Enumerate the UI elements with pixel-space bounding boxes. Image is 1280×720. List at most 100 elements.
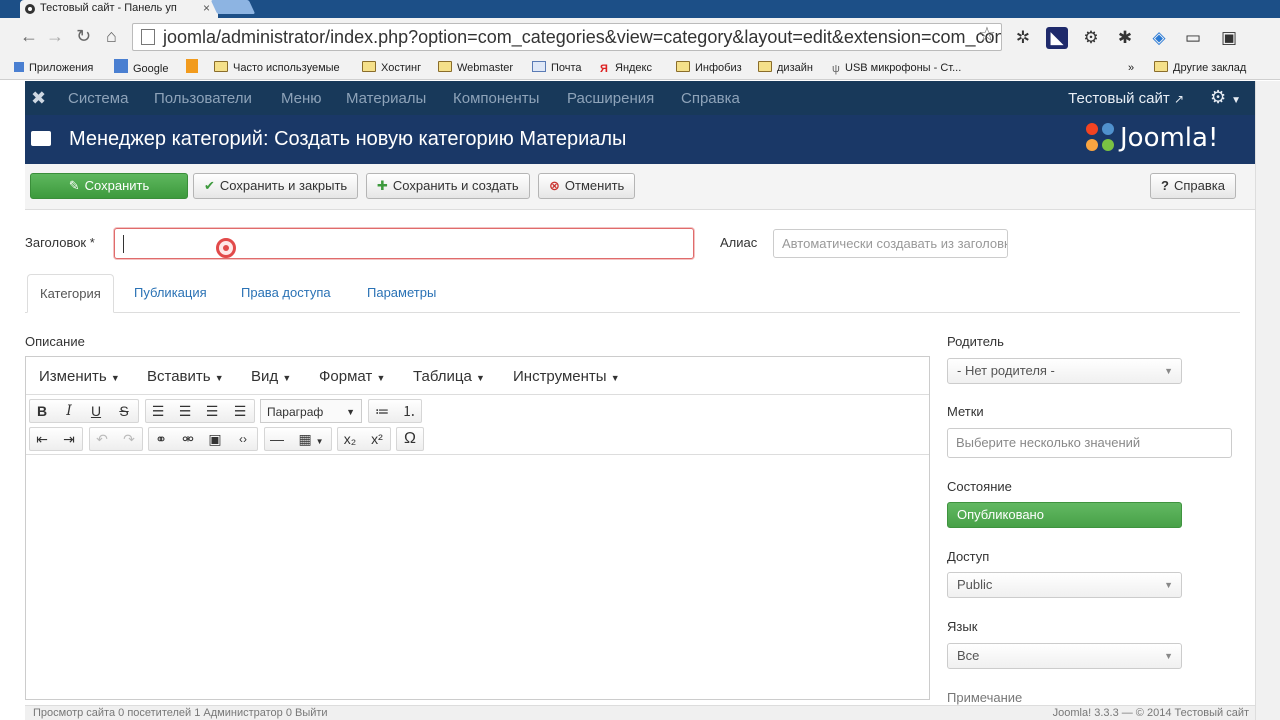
extension-cast-icon[interactable]: ▭ — [1182, 27, 1204, 49]
save-close-button[interactable]: ✔ Сохранить и закрыть — [193, 173, 359, 199]
image-icon[interactable]: ▣ — [203, 427, 227, 451]
numbered-list-icon[interactable]: ⒈ — [397, 399, 421, 423]
indent-icon[interactable]: ⇥ — [57, 427, 81, 451]
settings-gear-icon[interactable]: ⚙ ▼ — [1210, 87, 1241, 108]
align-center-icon[interactable]: ☰ — [173, 399, 197, 423]
bookmark-yandex[interactable]: Я Яндекс — [600, 59, 652, 77]
apps-icon — [14, 62, 24, 72]
joomla-menu-icon[interactable]: ✖ — [31, 88, 46, 109]
editor-menu-table[interactable]: Таблица ▼ — [413, 368, 485, 385]
nav-help[interactable]: Справка — [681, 90, 740, 107]
bookmark-design[interactable]: дизайн — [758, 59, 813, 77]
extension-mail-icon[interactable]: ▣ — [1218, 27, 1240, 49]
browser-tab[interactable]: Тестовый сайт - Панель уп × — [20, 0, 218, 18]
title-label: Заголовок * — [25, 235, 95, 250]
bullet-list-icon[interactable]: ≔ — [370, 399, 394, 423]
language-select[interactable]: Все ▼ — [947, 643, 1182, 669]
bookmark-google[interactable]: Google — [114, 59, 168, 77]
footer-status: Просмотр сайта 0 посетителей 1 Администр… — [33, 707, 328, 719]
reload-icon[interactable]: ↻ — [76, 26, 91, 47]
extension-shield-icon[interactable]: ◈ — [1148, 27, 1170, 49]
extension-settings-icon[interactable]: ⚙ — [1080, 27, 1102, 49]
form-tabs: Категория Публикация Права доступа Парам… — [25, 274, 1240, 313]
cancel-button[interactable]: ⊗ Отменить — [538, 173, 636, 199]
page-scrollbar[interactable] — [1255, 81, 1280, 720]
title-input[interactable] — [114, 228, 694, 259]
special-char-icon[interactable]: Ω — [398, 427, 422, 451]
parent-select[interactable]: - Нет родителя - ▼ — [947, 358, 1182, 384]
superscript-icon[interactable]: x² — [365, 427, 389, 451]
site-link[interactable]: Тестовый сайт ↗ — [1068, 90, 1184, 107]
bookmark-label: Часто используемые — [233, 62, 340, 74]
align-right-icon[interactable]: ☰ — [200, 399, 224, 423]
italic-icon[interactable]: I — [57, 399, 81, 423]
bookmark-infobiz[interactable]: Инфобиз — [676, 59, 742, 77]
bookmark-ok[interactable] — [186, 59, 203, 77]
link-icon[interactable]: ⚭ — [149, 427, 173, 451]
nav-extensions[interactable]: Расширения — [567, 90, 654, 107]
editor-menu-view[interactable]: Вид ▼ — [251, 368, 291, 385]
table-icon[interactable]: ▦ ▼ — [292, 427, 330, 451]
microphone-icon: ψ — [832, 63, 840, 75]
extension-gear-icon[interactable]: ✲ — [1012, 27, 1034, 49]
wysiwyg-editor: Изменить ▼ Вставить ▼ Вид ▼ Формат ▼ Таб… — [25, 356, 930, 700]
nav-content[interactable]: Материалы — [346, 90, 426, 107]
tab-close-icon[interactable]: × — [203, 0, 210, 16]
bookmarks-overflow[interactable]: » — [1128, 59, 1134, 77]
folder-open-icon — [31, 131, 51, 146]
save-new-button[interactable]: ✚ Сохранить и создать — [366, 173, 530, 199]
editor-menu-tools[interactable]: Инструменты ▼ — [513, 368, 620, 385]
editor-menu-insert[interactable]: Вставить ▼ — [147, 368, 224, 385]
address-bar[interactable]: joomla/administrator/index.php?option=co… — [132, 23, 1002, 51]
caret-down-icon: ▼ — [1164, 651, 1173, 661]
align-justify-icon[interactable]: ☰ — [228, 399, 252, 423]
tab-permissions[interactable]: Права доступа — [229, 274, 343, 313]
strikethrough-icon[interactable]: S — [112, 399, 136, 423]
tags-input[interactable]: Выберите несколько значений — [947, 428, 1232, 458]
nav-system[interactable]: Система — [68, 90, 128, 107]
format-select[interactable]: Параграф ▼ — [260, 399, 362, 423]
home-icon[interactable]: ⌂ — [106, 26, 117, 47]
bookmark-apps[interactable]: Приложения — [14, 59, 93, 77]
outdent-icon[interactable]: ⇤ — [30, 427, 54, 451]
tab-category[interactable]: Категория — [27, 274, 114, 313]
bookmark-frequent[interactable]: Часто используемые — [214, 59, 340, 77]
bold-icon[interactable]: B — [30, 399, 54, 423]
new-tab-button[interactable] — [210, 0, 256, 14]
redo-icon[interactable]: ↷ — [117, 427, 141, 451]
access-select[interactable]: Public ▼ — [947, 572, 1182, 598]
back-icon[interactable]: ← — [20, 26, 38, 47]
nav-users[interactable]: Пользователи — [154, 90, 252, 107]
bookmark-other[interactable]: Другие заклад — [1154, 59, 1246, 77]
align-left-icon[interactable]: ☰ — [146, 399, 170, 423]
format-select-value: Параграф — [267, 405, 324, 419]
editor-content-area[interactable] — [26, 455, 929, 699]
subscript-icon[interactable]: x₂ — [338, 427, 362, 451]
extension-bug-icon[interactable]: ✱ — [1114, 27, 1136, 49]
tab-publishing[interactable]: Публикация — [122, 274, 219, 313]
state-select[interactable]: Опубликовано — [947, 502, 1182, 528]
joomla-brand: Joomla! — [1120, 123, 1219, 153]
editor-menu-edit[interactable]: Изменить ▼ — [39, 368, 120, 385]
alias-input[interactable]: Автоматически создавать из заголовка — [773, 229, 1008, 258]
unlink-icon[interactable]: ⚮ — [176, 427, 200, 451]
bookmark-hosting[interactable]: Хостинг — [362, 59, 421, 77]
help-button[interactable]: ? Справка — [1150, 173, 1236, 199]
browser-tabstrip: Тестовый сайт - Панель уп × — [0, 0, 1280, 18]
nav-components[interactable]: Компоненты — [453, 90, 539, 107]
save-button[interactable]: ✎ Сохранить — [30, 173, 188, 199]
bookmark-star-icon[interactable]: ☆ — [978, 22, 996, 47]
bookmark-usb[interactable]: ψ USB микрофоны - Ст... — [832, 59, 961, 77]
horizontal-rule-icon[interactable]: — — [265, 427, 289, 451]
forward-icon[interactable]: → — [46, 26, 64, 47]
cancel-label: Отменить — [564, 178, 625, 193]
bookmark-mail[interactable]: Почта — [532, 59, 582, 77]
tab-options[interactable]: Параметры — [355, 274, 448, 313]
code-icon[interactable]: ‹› — [231, 427, 255, 451]
undo-icon[interactable]: ↶ — [90, 427, 114, 451]
underline-icon[interactable]: U — [84, 399, 108, 423]
nav-menu[interactable]: Меню — [281, 90, 322, 107]
editor-menu-format[interactable]: Формат ▼ — [319, 368, 385, 385]
extension-chart-icon[interactable]: ◣ — [1046, 27, 1068, 49]
bookmark-webmaster[interactable]: Webmaster — [438, 59, 513, 77]
